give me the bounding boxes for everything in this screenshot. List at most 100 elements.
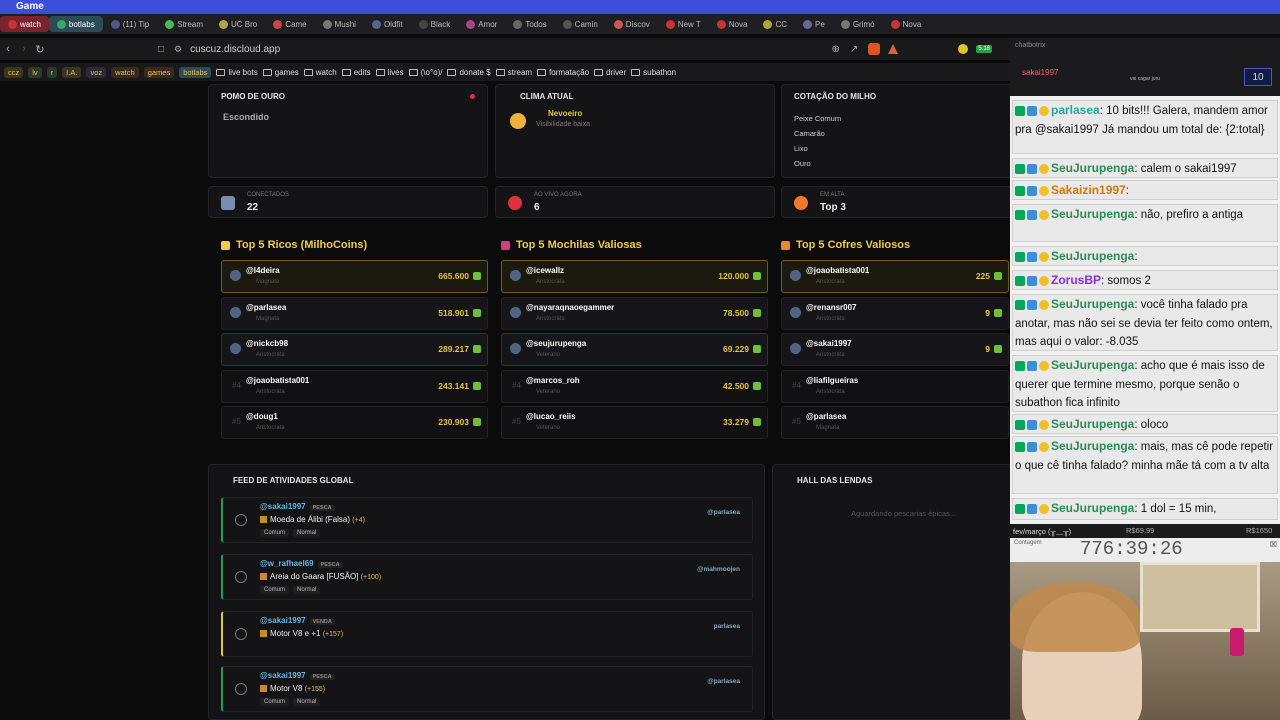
bookmark-chip[interactable]: I.A. [62,66,82,78]
tab-15[interactable]: CC [755,16,795,32]
tab-4[interactable]: UC Bro [211,16,265,32]
tab-10[interactable]: Todos [505,16,554,32]
tab-0[interactable]: watch [0,16,49,32]
ranking-row[interactable]: #4 @marcos_roh Veterano 42.500 [501,369,768,403]
tab-9[interactable]: Amor [458,16,505,32]
tab-13[interactable]: New T [658,16,709,32]
chat-user[interactable]: SeuJurupenga [1051,207,1134,221]
url-field[interactable]: cuscuz.discloud.app [190,44,280,55]
ranking-row[interactable]: #5 @parlasea Magnata [781,406,1009,439]
ranking-row[interactable]: @icewallz Aristocrata 120.000 [501,260,768,293]
stat-value: 22 [247,202,259,213]
rewards-icon[interactable] [888,44,899,54]
bookmark-icon[interactable]: □ [158,44,164,55]
rank-user: @joaobatista001 [246,375,310,385]
ranking-row[interactable]: @nayaraqnaoegammer Aristocrata 78.500 [501,296,768,330]
ranking-row[interactable]: @l4deira Magnata 665.600 [221,260,488,293]
feed-channel[interactable]: @mahmoojen [697,566,740,573]
bookmark-folder[interactable]: stream [495,68,532,77]
bookmark-folder[interactable]: games [262,68,299,77]
site-info-icon[interactable]: ⚙ [174,44,182,55]
rank-user: @icewallz [526,266,565,275]
tab-8[interactable]: Black [411,16,459,32]
bookmark-folder[interactable]: lives [375,68,404,77]
chat-user[interactable]: Sakaizin1997 [1051,183,1126,197]
bookmark-chip[interactable]: voz [86,66,107,78]
forward-icon[interactable]: › [16,43,32,55]
chat-user[interactable]: SeuJurupenga [1051,297,1134,311]
corn-coin-icon [473,345,481,353]
tab-6[interactable]: Mushi [315,16,364,32]
tab-2[interactable]: (11) Tip [103,16,158,32]
chat-user[interactable]: SeuJurupenga [1051,417,1134,431]
tab-18[interactable]: Nova [883,16,930,32]
chat-user[interactable]: SeuJurupenga [1051,439,1134,453]
bookmark-folder[interactable]: subathon [631,68,676,77]
bookmark-label: driver [606,67,627,77]
ranking-row[interactable]: @seujurupenga Veterano 69.229 [501,333,768,366]
bookmark-folder[interactable]: driver [594,68,626,77]
feed-channel[interactable]: @parlasea [707,509,740,516]
ranking-row[interactable]: #4 @joaobatista001 Aristocrata 243.141 [221,369,488,403]
share-icon[interactable]: ↗ [850,44,858,55]
brave-shield-icon[interactable] [868,43,881,55]
feed-item[interactable]: @sakai1997 VENDA Motor V8 e +1 (+157) parla… [221,611,753,657]
ranking-title-text: Top 5 Mochilas Valiosas [516,239,642,251]
feed-item[interactable]: @w_rafhael69 PESCA Areia do Gaara [FUSÃO] … [221,554,753,600]
bookmark-folder[interactable]: formatação [537,68,589,77]
feed-item[interactable]: @sakai1997 PESCA Motor V8 (+155) Comum Norma… [221,666,753,712]
close-icon[interactable]: ☒ [1270,540,1277,549]
tab-16[interactable]: Pe [795,16,833,32]
chat-user[interactable]: ZorusBP [1051,273,1101,287]
chat-user[interactable]: SeuJurupenga [1051,161,1134,175]
pomo-status: Escondido [223,112,270,122]
chat-user[interactable]: SeuJurupenga [1051,358,1134,372]
bookmark-chip[interactable]: lv [28,66,42,78]
ranking-row[interactable]: #5 @doug1 Aristocrata 230.903 [221,406,488,439]
feed-user[interactable]: @sakai1997 [260,502,306,511]
ranking-row[interactable]: @sakai1997 Aristocrata 9 [781,333,1009,366]
chat-user[interactable]: parlasea [1051,103,1100,117]
reload-icon[interactable]: ↻ [32,43,48,56]
bookmark-folder[interactable]: (\o°o)/ [408,68,442,77]
feed-user[interactable]: @sakai1997 [260,671,306,680]
tab-7[interactable]: Oldfit [364,16,411,32]
bookmark-folder[interactable]: watch [303,68,337,77]
tab-1[interactable]: botlabs [48,16,103,32]
rank-user: @doug1 [246,412,278,421]
tab-12[interactable]: Discov [606,16,658,32]
ranking-row[interactable]: #4 @liafilgueiras Aristocrata [781,369,1009,403]
ranking-row[interactable]: @nickcb98 Aristocrata 289.217 [221,333,488,366]
bookmark-chip[interactable]: watch [111,66,139,78]
feed-user[interactable]: @sakai1997 [260,616,306,625]
extension-icon[interactable] [958,44,969,54]
bookmark-chip[interactable]: r [46,66,58,78]
ranking-row[interactable]: @renansr007 Aristocrata 9 [781,296,1009,330]
chat-user[interactable]: SeuJurupenga [1051,249,1134,263]
tab-14[interactable]: Nova [709,16,756,32]
tab-5[interactable]: Came [265,16,314,32]
ranking-row[interactable]: @joaobatista001 Aristocrata 225 [781,260,1009,293]
back-icon[interactable]: ‹ [0,43,16,55]
bookmark-chip[interactable]: ccz [4,66,24,78]
bookmark-folder[interactable]: edits [341,68,371,77]
bookmark-chip[interactable]: games [143,66,175,78]
bookmark-chip[interactable]: botlabs [179,66,212,78]
chat-user[interactable]: SeuJurupenga [1051,501,1134,515]
bookmark-folder[interactable]: donate $ [447,68,491,77]
zoom-icon[interactable]: ⊕ [832,44,840,55]
bookmark-folder[interactable]: live bots [216,68,258,77]
tab-3[interactable]: Stream [157,16,211,32]
sub-badge-icon [1027,360,1037,371]
ranking-row[interactable]: #5 @lucao_reiis Veterano 33.279 [501,406,768,439]
feed-channel[interactable]: @parlasea [707,678,740,685]
feed-user[interactable]: @w_rafhael69 [260,559,314,568]
ranking-row[interactable]: @parlasea Magnata 518.901 [221,296,488,330]
tab-11[interactable]: Camin [555,16,606,32]
tab-label: Came [285,19,307,29]
rank-number: #4 [232,380,241,390]
feed-item-row: Moeda de Álibi (Falsa) (+4) [260,515,365,524]
feed-item[interactable]: @sakai1997 PESCA Moeda de Álibi (Falsa) (+… [221,497,753,543]
tab-17[interactable]: Grimó [833,16,883,32]
feed-channel[interactable]: parlasea [714,623,740,630]
